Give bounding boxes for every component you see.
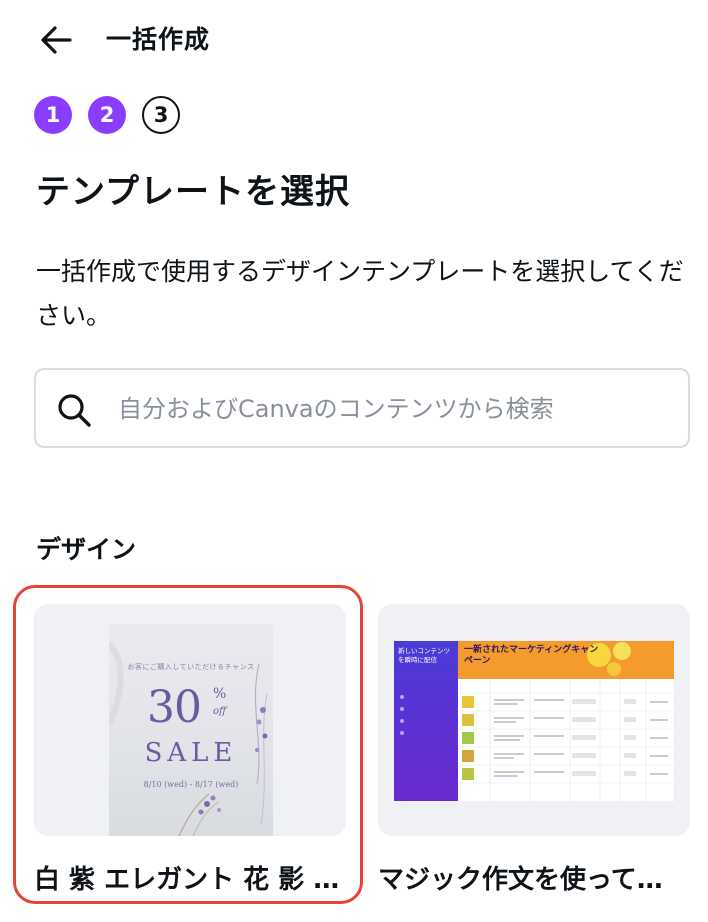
page-description: 一括作成で使用するデザインテンプレートを選択してください。 bbox=[36, 257, 684, 330]
search-input[interactable] bbox=[116, 388, 680, 430]
poster-percent: 30 bbox=[147, 682, 202, 733]
design-card-2[interactable]: 新しいコンテンツを瞬時に配信 一新されたマーケティングキャンペーン マジック作文… bbox=[378, 604, 690, 898]
poster-percent-sign: % bbox=[213, 686, 227, 702]
search-icon bbox=[58, 394, 91, 427]
step-1[interactable]: 1 bbox=[34, 96, 72, 134]
step-3: 3 bbox=[142, 96, 180, 134]
poster-subtitle: お客にご購入していただけるチャンス bbox=[127, 663, 255, 671]
marketing-sheet-image: 新しいコンテンツを瞬時に配信 一新されたマーケティングキャンペーン bbox=[394, 641, 674, 801]
design-thumbnail: 新しいコンテンツを瞬時に配信 一新されたマーケティングキャンペーン bbox=[378, 604, 690, 836]
design-card-title: 白 紫 エレガント 花 影 … bbox=[34, 865, 340, 895]
sheet-banner-title: 一新されたマーケティングキャンペーン bbox=[464, 645, 599, 666]
arrow-left-icon bbox=[41, 26, 72, 54]
page-title: テンプレートを選択 bbox=[36, 172, 350, 212]
design-thumbnail: お客にご購入していただけるチャンス 30 % off SALE 8/10 (we… bbox=[34, 604, 346, 836]
header: 一括作成 bbox=[0, 0, 708, 80]
poster-sale: SALE bbox=[144, 738, 238, 768]
design-card-1[interactable]: お客にご購入していただけるチャンス 30 % off SALE 8/10 (we… bbox=[34, 604, 346, 898]
design-card-title: マジック作文を使って… bbox=[378, 865, 663, 895]
section-title-designs: デザイン bbox=[36, 535, 137, 564]
sale-poster-image: お客にご購入していただけるチャンス 30 % off SALE 8/10 (we… bbox=[109, 624, 273, 836]
poster-dates: 8/10 (wed) - 8/17 (wed) bbox=[143, 780, 239, 789]
back-button[interactable] bbox=[36, 22, 80, 58]
header-title: 一括作成 bbox=[106, 25, 211, 54]
step-2[interactable]: 2 bbox=[88, 96, 126, 134]
search-box[interactable] bbox=[34, 368, 690, 448]
poster-off: off bbox=[213, 706, 227, 717]
step-indicator: 1 2 3 bbox=[34, 96, 180, 134]
